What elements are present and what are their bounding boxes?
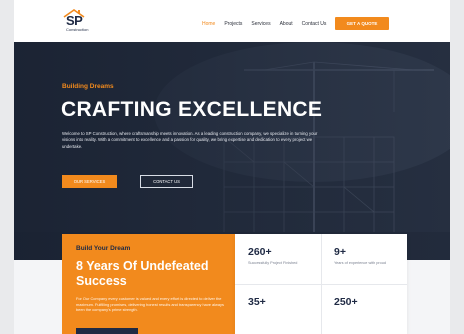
logo-text: SP [66, 13, 83, 28]
stat-projects-finished: 260+ Successfully Project Finished [235, 234, 321, 284]
hero-overlay [14, 42, 450, 260]
about-description: For Our Company every customer is valued… [76, 296, 224, 313]
page: SP Construction Home Projects Services A… [14, 0, 450, 334]
hero-description: Welcome to SP Construction, where crafts… [62, 131, 318, 149]
nav-about[interactable]: About [280, 21, 293, 27]
nav-contact[interactable]: Contact Us [302, 21, 327, 27]
stat-third: 35+ [235, 284, 321, 334]
stat-value: 260+ [248, 246, 272, 258]
nav-home[interactable]: Home [202, 21, 215, 27]
company-logo[interactable]: SP Construction [62, 8, 102, 34]
about-eyebrow: Build Your Dream [76, 245, 131, 252]
about-card: Build Your Dream 8 Years Of Undefeated S… [62, 234, 235, 334]
stat-value: 35+ [248, 296, 266, 308]
main-menu: Home Projects Services About Contact Us [202, 21, 326, 27]
hero-eyebrow: Building Dreams [62, 83, 114, 90]
stat-value: 9+ [334, 246, 346, 258]
our-services-button[interactable]: OUR SERVICES [62, 175, 117, 188]
hero-section: Building Dreams CRAFTING EXCELLENCE Welc… [14, 42, 450, 260]
top-navbar: SP Construction Home Projects Services A… [14, 0, 450, 42]
stat-value: 250+ [334, 296, 358, 308]
stat-label: Years of experience with proud [334, 261, 386, 265]
get-a-quote-button[interactable]: GET A QUOTE [335, 17, 389, 30]
stat-fourth: 250+ [321, 284, 407, 334]
logo-subtext: Construction [66, 27, 89, 32]
nav-projects[interactable]: Projects [224, 21, 242, 27]
about-title: 8 Years Of Undefeated Success [76, 259, 209, 288]
stat-label: Successfully Project Finished [248, 261, 298, 265]
hero-title: CRAFTING EXCELLENCE [61, 98, 323, 121]
contact-us-button[interactable]: CONTACT US [140, 175, 193, 188]
about-card-button[interactable] [76, 328, 138, 334]
stats-grid: 260+ Successfully Project Finished 9+ Ye… [235, 234, 407, 334]
stat-years-experience: 9+ Years of experience with proud [321, 234, 407, 284]
nav-services[interactable]: Services [251, 21, 270, 27]
